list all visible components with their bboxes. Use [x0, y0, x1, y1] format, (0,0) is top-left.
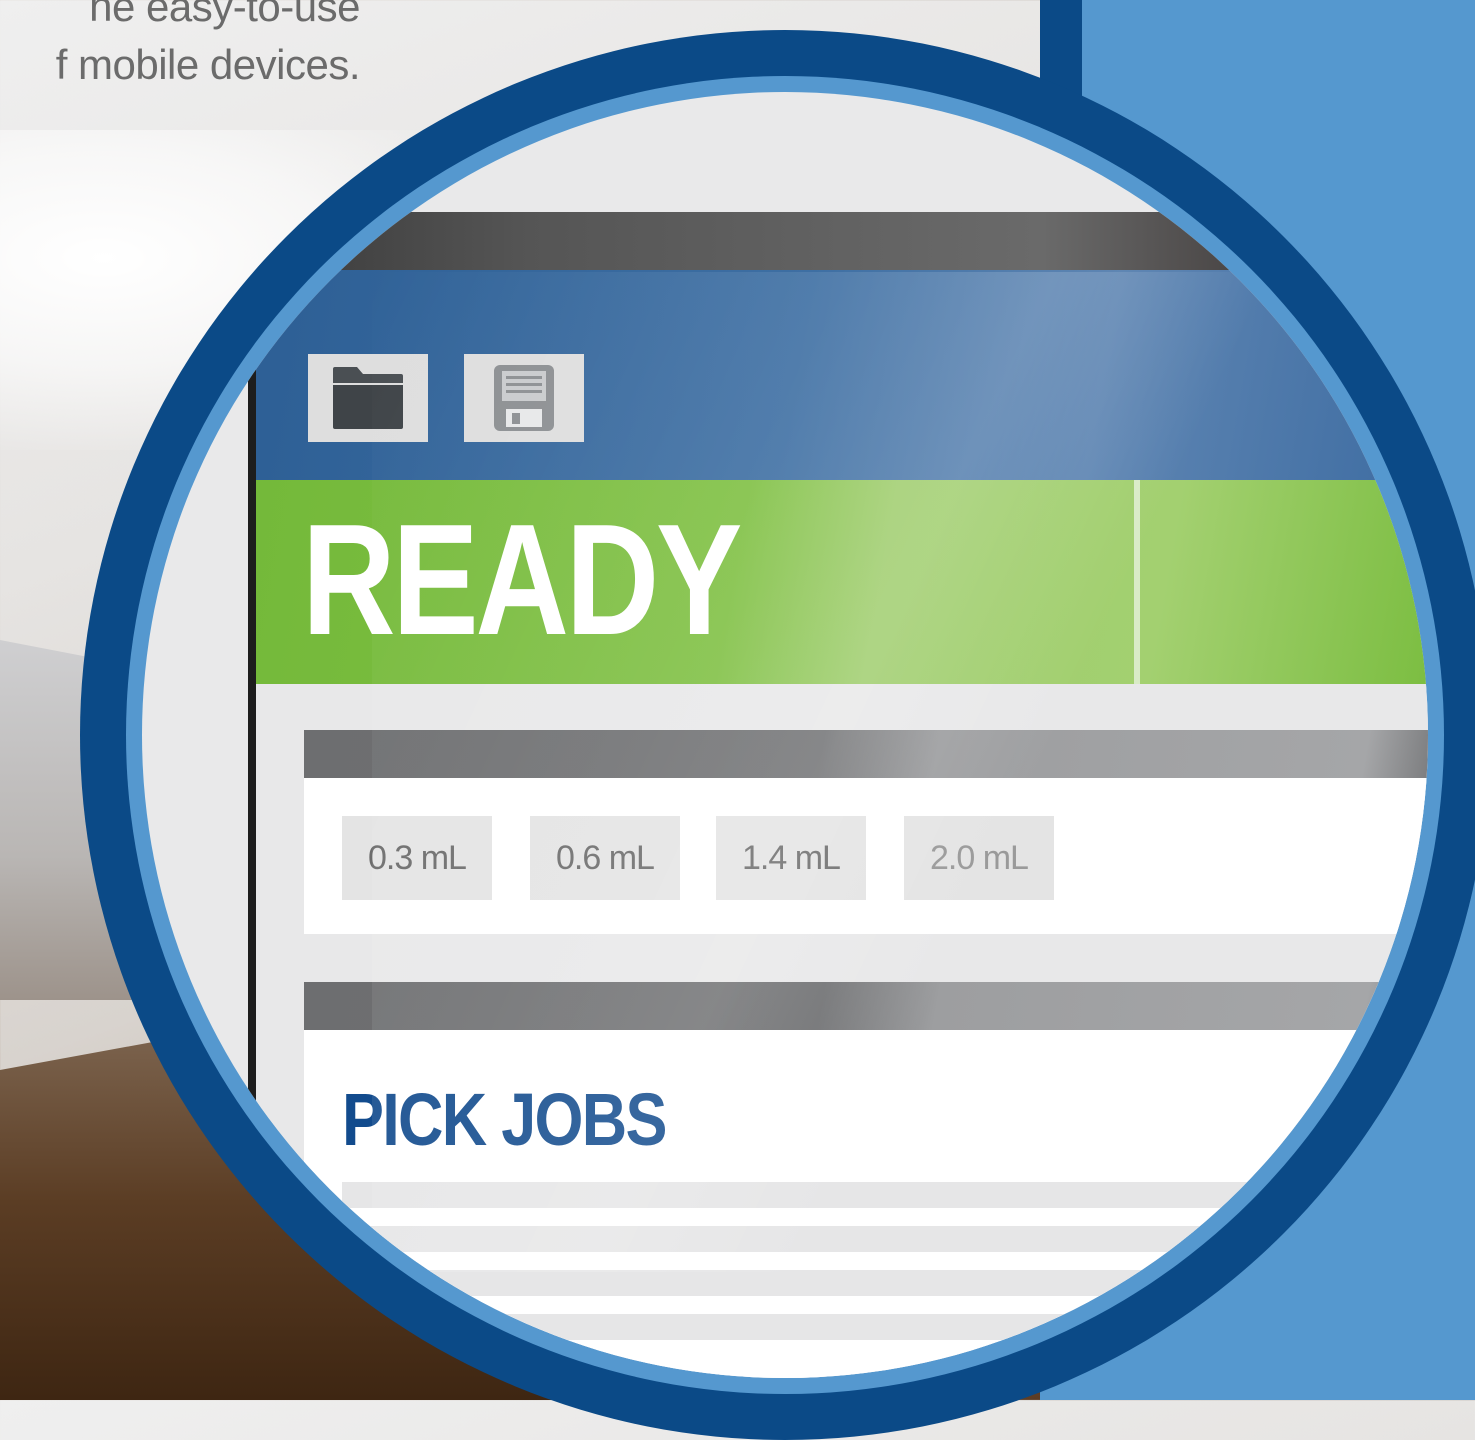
job-row[interactable] [342, 1314, 1428, 1340]
pick-jobs-title: PICK JOBS [342, 1078, 667, 1161]
status-divider [1134, 480, 1140, 684]
intro-line-2: f mobile devices. [55, 41, 361, 88]
intro-line-1: he easy-to-use [89, 0, 360, 30]
status-label: READY [302, 492, 742, 668]
app-header [256, 270, 1428, 480]
folder-icon [333, 367, 403, 429]
volume-option-0-6[interactable]: 0.6 mL [530, 816, 680, 900]
floppy-disk-icon [494, 365, 554, 431]
device-bezel [248, 270, 256, 1378]
device-top-edge [142, 212, 1428, 270]
job-row[interactable] [342, 1270, 1428, 1296]
job-row[interactable] [342, 1182, 1428, 1208]
volume-option-2-0[interactable]: 2.0 mL [904, 816, 1054, 900]
open-button[interactable] [308, 354, 428, 442]
magnified-screen: READY 0.3 mL 0.6 mL 1.4 mL 2.0 mL PICK J… [142, 92, 1428, 1378]
pick-jobs-section-header [304, 982, 1428, 1030]
volume-section-header [304, 730, 1428, 778]
volume-option-1-4[interactable]: 1.4 mL [716, 816, 866, 900]
job-row[interactable] [342, 1226, 1428, 1252]
intro-text: he easy-to-use f mobile devices. [0, 0, 361, 94]
volume-option-0-3[interactable]: 0.3 mL [342, 816, 492, 900]
save-button[interactable] [464, 354, 584, 442]
